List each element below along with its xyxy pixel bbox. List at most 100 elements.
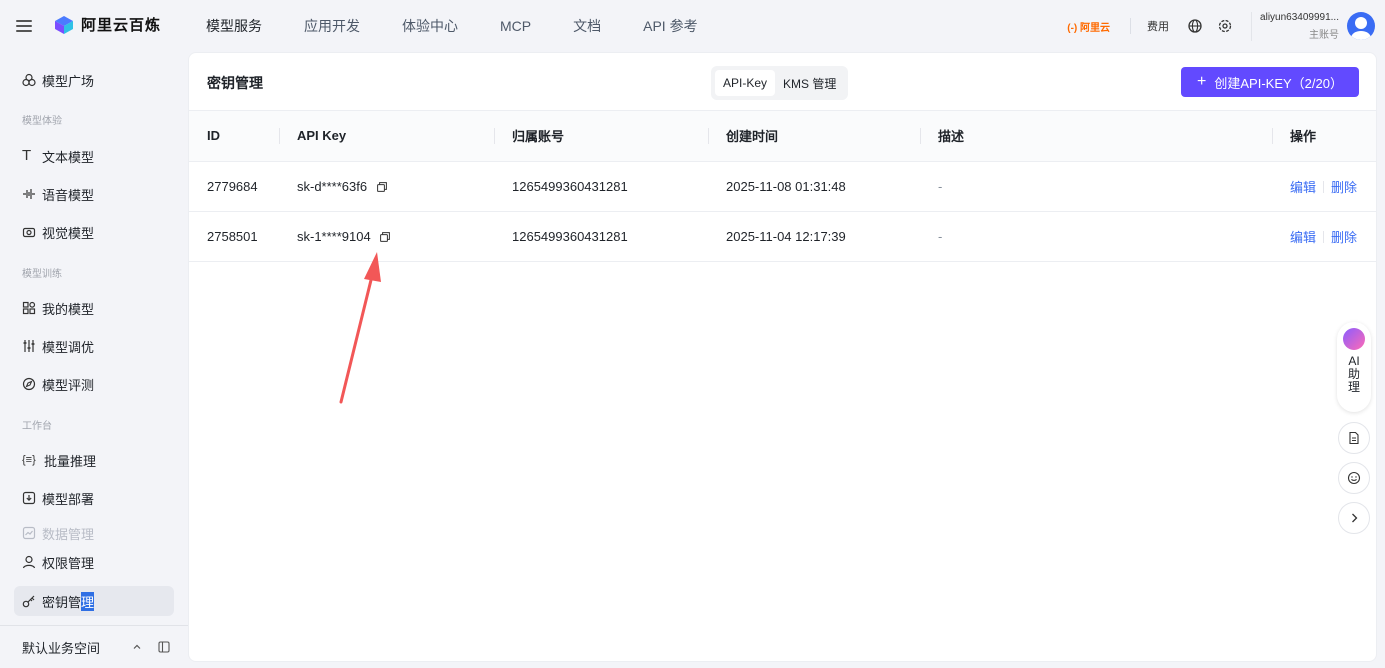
sidebar-item-model-plaza[interactable]: 模型广场: [14, 65, 174, 95]
col-desc: 描述: [920, 111, 1272, 162]
plus-icon: +: [1197, 73, 1207, 90]
table-row: 2758501 sk-1****9104 1265499360431281 20…: [189, 211, 1376, 262]
col-api-key: API Key: [279, 111, 494, 162]
chart-box-icon: [22, 526, 36, 540]
api-key-table: ID API Key 归属账号 创建时间 描述 操作 2779684 sk-d*…: [189, 111, 1376, 262]
grid-icon: [22, 301, 36, 315]
sidebar-item-text-model[interactable]: T 文本模型: [14, 141, 174, 171]
workspace-label: 默认业务空间: [22, 640, 101, 656]
cell-actions: 编辑 删除: [1272, 161, 1376, 212]
cell-account: 1265499360431281: [494, 211, 708, 262]
cell-api-key: sk-d****63f6: [279, 161, 494, 212]
aliyun-badge[interactable]: (-) 阿里云: [1067, 19, 1110, 34]
menu-icon[interactable]: [16, 17, 32, 35]
plaza-icon: [22, 73, 36, 87]
table-header-row: ID API Key 归属账号 创建时间 描述 操作: [189, 111, 1376, 162]
create-api-key-button[interactable]: + 创建API-KEY（2/20）: [1181, 67, 1359, 97]
delete-button[interactable]: 删除: [1331, 230, 1357, 245]
main-panel: 密钥管理 API-Key KMS 管理 + 创建API-KEY（2/20） ID…: [188, 52, 1377, 662]
col-account: 归属账号: [494, 111, 708, 162]
text-selection-highlight: 理: [81, 591, 95, 611]
fee-link[interactable]: 费用: [1147, 18, 1169, 34]
feedback-button[interactable]: [1338, 462, 1370, 494]
api-key-value: sk-1****9104: [297, 228, 371, 244]
sidebar-section-workbench: 工作台: [22, 421, 52, 432]
chevron-up-icon[interactable]: [132, 642, 142, 652]
divider: [1130, 18, 1132, 34]
nav-app-dev[interactable]: 应用开发: [304, 16, 360, 36]
cell-id: 2758501: [189, 211, 279, 262]
expand-button[interactable]: [1338, 502, 1370, 534]
sidebar-section-experience: 模型体验: [22, 116, 62, 127]
tab-api-key[interactable]: API-Key: [715, 70, 776, 96]
sidebar-item-voice-model[interactable]: 语音模型: [14, 179, 174, 209]
sidebar-item-label: 文本模型: [42, 149, 95, 165]
bailian-logo-icon: [55, 15, 73, 34]
col-created: 创建时间: [708, 111, 920, 162]
cell-desc: -: [920, 211, 1272, 262]
avatar[interactable]: [1347, 12, 1375, 40]
create-button-label: 创建API-KEY（2/20）: [1214, 75, 1343, 91]
ai-assistant-label: AI 助理: [1347, 354, 1360, 394]
document-icon: [1349, 431, 1359, 445]
collapse-sidebar-icon[interactable]: [158, 641, 170, 653]
table-row: 2779684 sk-d****63f6 1265499360431281 20…: [189, 161, 1376, 212]
nav-experience[interactable]: 体验中心: [402, 16, 458, 36]
sidebar-item-vision-model[interactable]: 视觉模型: [14, 217, 174, 247]
sidebar-item-label: 权限管理: [42, 555, 95, 571]
sidebar: 模型广场 模型体验 T 文本模型 语音模型 视觉模型 模型训练 我的模型 模型调…: [0, 52, 188, 668]
sidebar-item-label: 密钥管: [42, 594, 82, 610]
user-avatar-icon: [1351, 17, 1371, 40]
document-button[interactable]: [1338, 422, 1370, 454]
sidebar-item-my-models[interactable]: 我的模型: [14, 293, 174, 323]
nav-model-service[interactable]: 模型服务: [206, 16, 262, 36]
smile-icon: [1347, 471, 1361, 485]
top-bar: 阿里云百炼 模型服务 应用开发 体验中心 MCP 文档 API 参考 (-) 阿…: [0, 0, 1385, 52]
workspace-switcher[interactable]: 默认业务空间: [0, 625, 188, 668]
user-info[interactable]: aliyun63409991... 主账号: [1251, 11, 1339, 41]
sidebar-item-keys[interactable]: 密钥管理: [14, 586, 174, 616]
cell-account: 1265499360431281: [494, 161, 708, 212]
text-icon: T: [22, 147, 32, 164]
sidebar-item-permissions[interactable]: 权限管理: [14, 547, 174, 577]
gear-icon[interactable]: [1217, 18, 1233, 34]
col-actions: 操作: [1272, 111, 1376, 162]
sidebar-item-deploy[interactable]: 模型部署: [14, 483, 174, 513]
delete-button[interactable]: 删除: [1331, 180, 1357, 195]
sidebar-item-label: 数据管理: [42, 526, 95, 542]
app-logo[interactable]: 阿里云百炼: [54, 14, 161, 35]
cell-api-key: sk-1****9104: [279, 211, 494, 262]
nav-docs[interactable]: 文档: [573, 16, 601, 36]
sidebar-item-data[interactable]: 数据管理: [14, 521, 174, 545]
sidebar-item-label: 视觉模型: [42, 225, 95, 241]
camera-icon: [22, 227, 36, 238]
sidebar-item-label: 模型调优: [42, 339, 95, 355]
sidebar-item-label: 模型部署: [42, 491, 95, 507]
sidebar-item-evaluation[interactable]: 模型评测: [14, 369, 174, 399]
sidebar-item-batch[interactable]: {≡} 批量推理: [14, 445, 174, 475]
ai-assistant-icon: [1343, 328, 1365, 350]
ai-assistant-button[interactable]: AI 助理: [1337, 322, 1371, 412]
user-role: 主账号: [1309, 29, 1339, 41]
cell-desc: -: [920, 161, 1272, 212]
sidebar-item-label: 模型评测: [42, 377, 95, 393]
waveform-icon: [23, 189, 35, 199]
cell-id: 2779684: [189, 161, 279, 212]
edit-button[interactable]: 编辑: [1290, 180, 1316, 195]
copy-icon[interactable]: [380, 231, 391, 242]
sidebar-item-label: 模型广场: [42, 73, 95, 89]
tab-kms[interactable]: KMS 管理: [775, 69, 844, 98]
user-name: aliyun63409991...: [1260, 11, 1339, 23]
globe-icon[interactable]: [1187, 18, 1203, 34]
download-box-icon: [22, 491, 36, 505]
sidebar-item-label: 我的模型: [42, 301, 95, 317]
sidebar-item-label: 批量推理: [44, 453, 97, 469]
key-icon: [22, 595, 35, 608]
sidebar-item-tuning[interactable]: 模型调优: [14, 331, 174, 361]
chevron-right-icon: [1352, 513, 1358, 523]
nav-mcp[interactable]: MCP: [500, 18, 531, 34]
nav-api-ref[interactable]: API 参考: [643, 16, 697, 36]
user-icon: [22, 555, 36, 569]
copy-icon[interactable]: [376, 181, 387, 192]
edit-button[interactable]: 编辑: [1290, 230, 1316, 245]
